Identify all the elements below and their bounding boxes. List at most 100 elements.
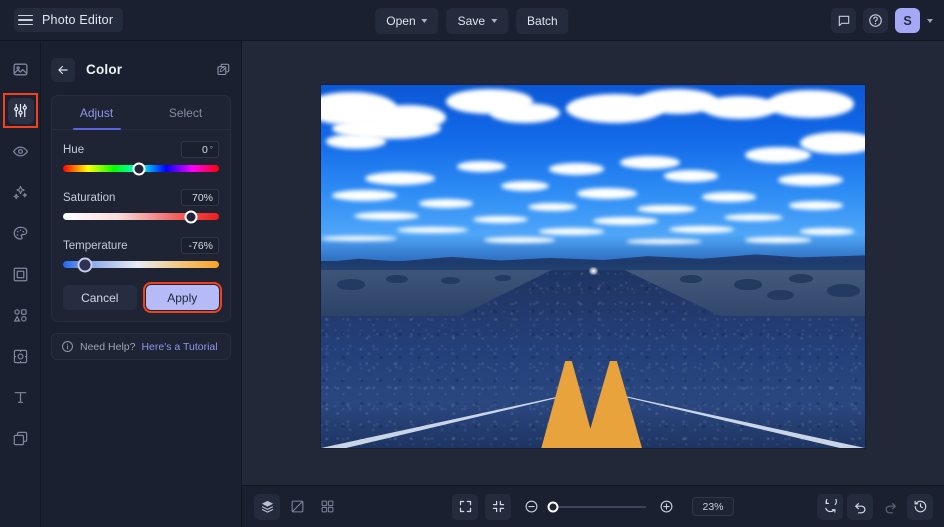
saturation-slider-track[interactable]: [63, 210, 219, 223]
bottom-right-group: [817, 493, 933, 520]
shapes-icon: [8, 303, 34, 329]
undo-icon: [854, 503, 865, 514]
horizon-glow: [589, 267, 599, 276]
bottom-toolbar: 23%: [242, 485, 944, 527]
history-icon: [914, 500, 926, 513]
question-circle-icon: [869, 14, 882, 27]
layers-button[interactable]: [254, 493, 280, 520]
zoom-slider-knob[interactable]: [547, 501, 559, 512]
adjust-card: Adjust Select Hue 0 ° Saturation 70% Tem…: [51, 95, 231, 322]
chevron-down-icon: [421, 19, 428, 23]
tool-rail: [0, 41, 41, 527]
color-panel: Color Adjust Select Hue 0 ° Saturation 7…: [41, 41, 242, 527]
hue-label: Hue: [63, 143, 85, 156]
actual-size-button[interactable]: [485, 493, 511, 520]
batch-label: Batch: [527, 13, 558, 28]
fit-to-screen-icon: [459, 500, 471, 513]
tab-adjust[interactable]: Adjust: [52, 96, 141, 129]
text-icon: [8, 385, 34, 411]
rail-item-transform[interactable]: [0, 336, 41, 377]
back-button[interactable]: [51, 57, 75, 82]
zoom-level-field[interactable]: 23%: [692, 497, 734, 516]
saturation-value: 70%: [191, 191, 213, 204]
save-button[interactable]: Save: [446, 7, 509, 34]
hue-slider-knob[interactable]: [132, 162, 146, 175]
app-title: Photo Editor: [42, 13, 114, 27]
help-tutorial-bar[interactable]: Need Help? Here's a Tutorial: [51, 333, 231, 360]
zoom-in-button[interactable]: [653, 494, 679, 520]
temperature-slider-knob[interactable]: [77, 257, 93, 272]
tutorial-link[interactable]: Here's a Tutorial: [141, 341, 217, 353]
fit-screen-button[interactable]: [452, 493, 478, 520]
reset-button[interactable]: [817, 493, 843, 520]
zoom-in-icon: [660, 500, 672, 513]
info-circle-icon: [62, 341, 73, 352]
panel-header: Color: [41, 49, 241, 90]
undo-button[interactable]: [847, 493, 873, 520]
hamburger-icon: [18, 14, 33, 26]
duplicate-layer-button[interactable]: [216, 62, 231, 77]
help-text: Need Help?: [80, 340, 136, 353]
redo-icon: [885, 503, 896, 514]
canvas-stage[interactable]: [242, 41, 944, 485]
rail-item-effects[interactable]: [0, 172, 41, 213]
slider-group: Hue 0 ° Saturation 70% Temperature -76%: [52, 130, 230, 272]
saturation-value-field[interactable]: 70%: [181, 189, 219, 206]
app-menu-button[interactable]: Photo Editor: [14, 8, 124, 32]
help-button[interactable]: [863, 8, 888, 33]
sparkles-icon: [8, 180, 34, 206]
photo-canvas[interactable]: [321, 85, 865, 448]
hue-value: 0: [201, 143, 208, 156]
grid-view-icon: [321, 500, 333, 513]
hue-slider-track[interactable]: [63, 162, 219, 175]
rail-item-adjust[interactable]: [0, 90, 41, 131]
reset-rotate-icon: [824, 499, 837, 513]
eye-icon: [8, 139, 34, 165]
saturation-slider-knob[interactable]: [184, 210, 198, 223]
temperature-value-field[interactable]: -76%: [181, 237, 219, 254]
zoom-controls: 23%: [452, 493, 734, 520]
zoom-slider-track[interactable]: [547, 501, 646, 512]
redo-button[interactable]: [877, 494, 903, 520]
apply-button[interactable]: Apply: [142, 282, 222, 313]
rail-item-text[interactable]: [0, 377, 41, 418]
chevron-down-icon[interactable]: [927, 18, 933, 23]
feedback-button[interactable]: [831, 8, 856, 33]
shrink-icon: [492, 500, 504, 513]
grid-view-button[interactable]: [314, 494, 340, 520]
rail-item-palette[interactable]: [0, 213, 41, 254]
saturation-label: Saturation: [63, 191, 116, 204]
hue-value-field[interactable]: 0 °: [181, 141, 219, 158]
panel-title: Color: [86, 62, 123, 77]
open-button[interactable]: Open: [375, 7, 439, 34]
zoom-out-icon: [525, 500, 537, 513]
top-bar: Photo Editor Open Save Batch S: [0, 0, 944, 41]
compare-button[interactable]: [284, 494, 310, 520]
rail-item-layers-copy[interactable]: [0, 418, 41, 459]
temperature-label: Temperature: [63, 239, 128, 252]
photo-editor-app: Photo Editor Open Save Batch S Color Adj…: [0, 0, 944, 527]
open-label: Open: [386, 13, 416, 28]
saturation-row: Saturation 70%: [63, 189, 219, 206]
rail-item-frame[interactable]: [0, 254, 41, 295]
compare-split-icon: [291, 500, 303, 513]
chevron-down-icon: [491, 19, 498, 23]
cancel-button[interactable]: Cancel: [63, 285, 137, 310]
copy-layers-icon: [217, 63, 230, 76]
hue-row: Hue 0 °: [63, 141, 219, 158]
panel-tabs: Adjust Select: [52, 96, 230, 130]
rail-item-shapes[interactable]: [0, 295, 41, 336]
rail-item-image[interactable]: [0, 49, 41, 90]
rail-item-retouch[interactable]: [0, 131, 41, 172]
avatar[interactable]: S: [895, 8, 920, 33]
panel-actions: Cancel Apply: [52, 282, 230, 313]
tab-select[interactable]: Select: [141, 96, 230, 129]
temperature-slider-track[interactable]: [63, 257, 219, 272]
temperature-value: -76%: [188, 239, 213, 252]
history-button[interactable]: [907, 493, 933, 520]
zoom-out-button[interactable]: [518, 494, 544, 520]
batch-button[interactable]: Batch: [516, 7, 569, 34]
image-icon: [8, 57, 34, 83]
comment-icon: [838, 15, 849, 26]
save-label: Save: [457, 13, 486, 28]
